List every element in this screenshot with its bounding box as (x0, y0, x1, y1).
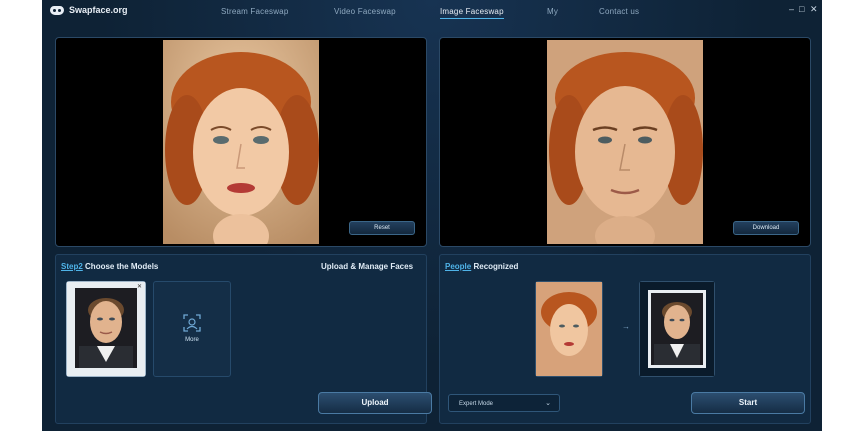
step-label: Step2 (61, 262, 83, 271)
models-title: Choose the Models (85, 262, 159, 271)
face-scan-icon (183, 314, 201, 332)
model-face-thumbnail (67, 282, 145, 376)
detected-face-card[interactable] (535, 281, 603, 377)
app-title: Swapface.org (69, 5, 128, 15)
mode-select-value: Expert Mode (459, 401, 494, 407)
reset-button[interactable]: Reset (349, 221, 415, 235)
nav-image-faceswap[interactable]: Image Faceswap (440, 7, 504, 19)
upload-manage-faces-link[interactable]: Upload & Manage Faces (321, 262, 413, 271)
target-face-card[interactable] (639, 281, 715, 377)
close-button[interactable]: ✕ (810, 4, 818, 15)
app-logo[interactable]: Swapface.org (50, 5, 128, 15)
detected-face-thumbnail (536, 282, 602, 376)
target-face-thumbnail (640, 282, 714, 376)
people-step-label: People (445, 262, 472, 271)
chevron-down-icon: ⌄ (545, 400, 551, 407)
models-section-title: Step2 Choose the Models (61, 262, 158, 271)
result-face-image (547, 40, 703, 244)
swap-arrow-icon: → (622, 322, 630, 331)
source-preview-panel: Reset (55, 37, 427, 247)
maximize-button[interactable]: □ (799, 4, 804, 14)
people-title: Recognized (473, 262, 519, 271)
start-button[interactable]: Start (691, 392, 805, 414)
people-section-title: People Recognized (445, 262, 518, 271)
minimize-button[interactable]: – (789, 4, 794, 14)
nav-video-faceswap[interactable]: Video Faceswap (334, 7, 396, 16)
more-models-card[interactable]: More (153, 281, 231, 377)
nav-stream-faceswap[interactable]: Stream Faceswap (221, 7, 288, 16)
upload-button[interactable]: Upload (318, 392, 432, 414)
download-button[interactable]: Download (733, 221, 799, 235)
more-label: More (185, 337, 199, 343)
source-face-image (163, 40, 319, 244)
remove-model-icon[interactable]: ✕ (137, 283, 142, 290)
model-card[interactable]: ✕ (66, 281, 146, 377)
models-section: Step2 Choose the Models Upload & Manage … (55, 254, 432, 424)
result-preview-panel: Download (439, 37, 811, 247)
people-section: People Recognized → Expert Mode ⌄ Start (439, 254, 811, 424)
title-bar: Swapface.org Stream Faceswap Video Faces… (42, 0, 822, 24)
app-window: Swapface.org Stream Faceswap Video Faces… (42, 0, 822, 431)
mask-icon (50, 5, 64, 15)
nav-contact-us[interactable]: Contact us (599, 7, 639, 16)
mode-select[interactable]: Expert Mode ⌄ (448, 394, 560, 412)
nav-my[interactable]: My (547, 7, 558, 16)
